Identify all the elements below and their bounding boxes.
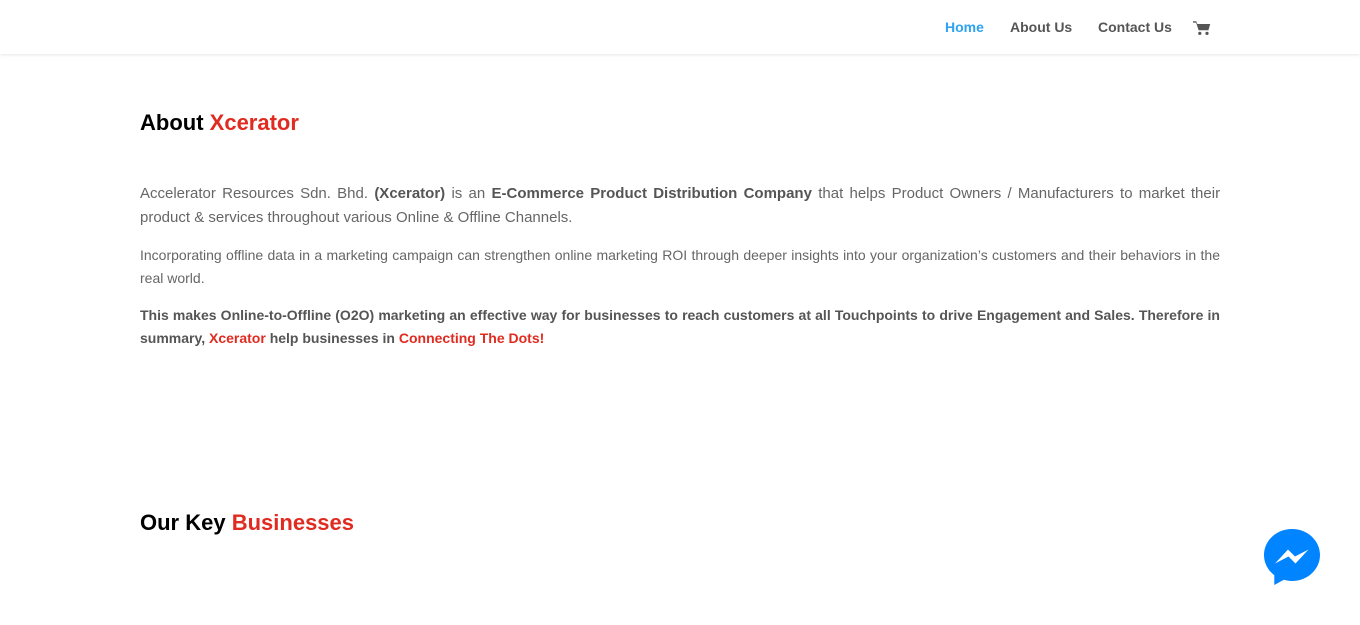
p1-connector: is an	[451, 185, 486, 202]
company-short-name: (Xcerator)	[374, 185, 446, 202]
p3-tagline: Connecting The Dots!	[398, 330, 545, 346]
about-paragraph-1: Accelerator Resources Sdn. Bhd. (Xcerato…	[140, 182, 1220, 230]
company-type: E-Commerce Product Distribution Company	[491, 185, 812, 202]
p3-connector: help businesses in	[269, 330, 395, 346]
about-heading-highlight: Xcerator	[209, 110, 299, 135]
businesses-heading-highlight: Businesses	[231, 510, 355, 535]
company-legal-name: Accelerator Resources Sdn. Bhd.	[140, 185, 369, 202]
site-header: Home About Us Contact Us	[0, 0, 1360, 54]
about-paragraph-2: Incorporating offline data in a marketin…	[140, 247, 1220, 286]
cart-icon[interactable]	[1193, 20, 1211, 36]
messenger-icon[interactable]	[1264, 529, 1320, 585]
p3-brand: Xcerator	[209, 330, 266, 346]
nav-about-us-link[interactable]: About Us	[1010, 18, 1072, 36]
main-nav: Home About Us Contact Us	[0, 18, 1360, 38]
about-paragraph-3: This makes Online-to-Offline (O2O) marke…	[140, 304, 1220, 350]
nav-contact-us-link[interactable]: Contact Us	[1098, 18, 1172, 36]
about-heading: About Xcerator	[140, 109, 299, 137]
businesses-heading-prefix: Our Key	[140, 510, 226, 535]
about-heading-prefix: About	[140, 110, 204, 135]
businesses-heading: Our Key Businesses	[140, 509, 354, 537]
nav-home-link[interactable]: Home	[945, 18, 984, 36]
